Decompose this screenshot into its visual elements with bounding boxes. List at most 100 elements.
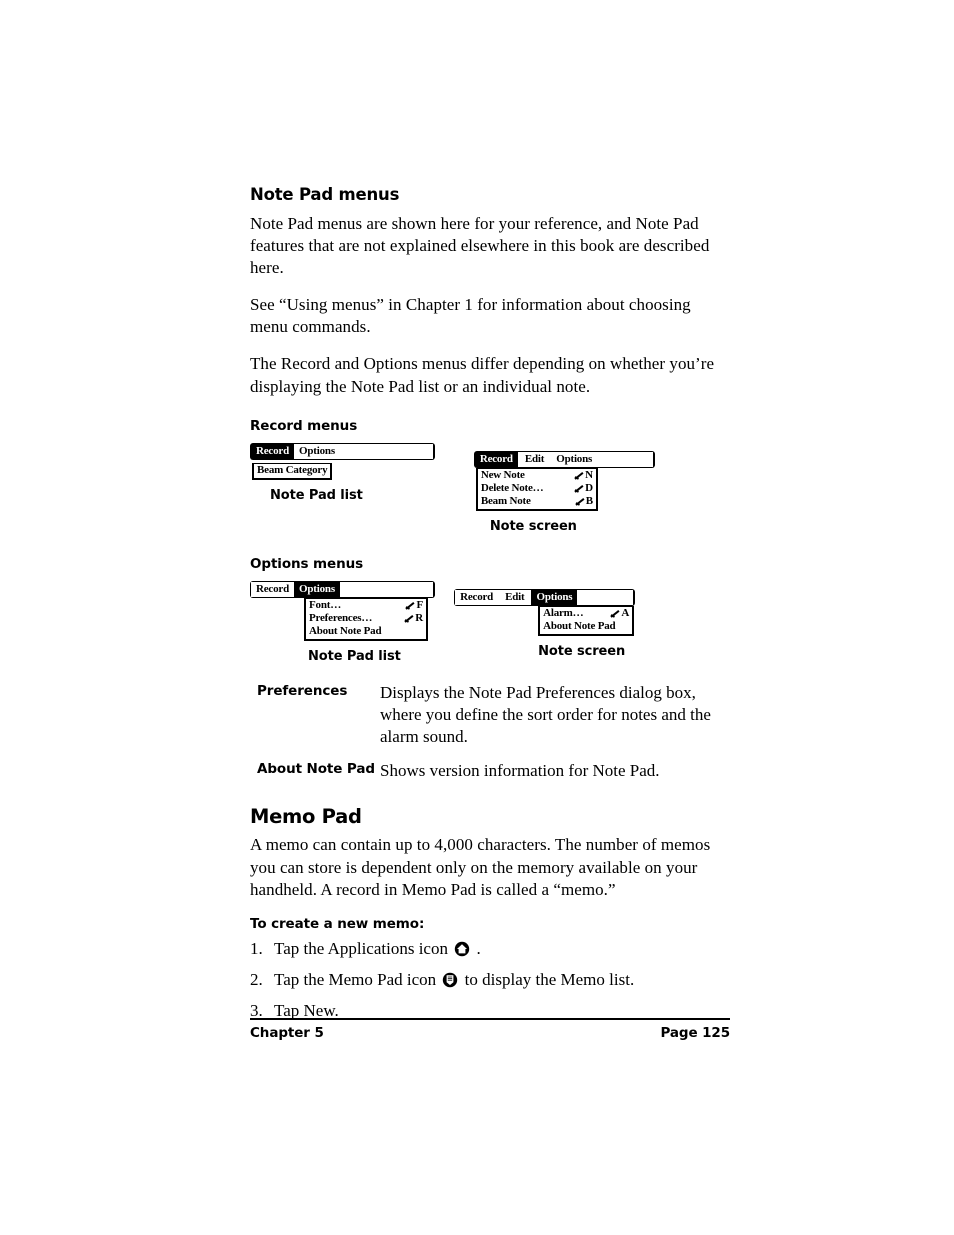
definition-description-about-note-pad: Shows version information for Note Pad. bbox=[380, 760, 660, 780]
step-text-before: Tap the Memo Pad icon bbox=[274, 969, 437, 989]
heading-memo-pad: Memo Pad bbox=[250, 805, 362, 828]
menubar-item-record[interactable]: Record bbox=[251, 581, 295, 597]
menu-item-beam-note[interactable]: Beam Note B bbox=[481, 495, 593, 508]
menubar-item-options[interactable]: Options bbox=[551, 451, 598, 467]
menubar-filler bbox=[597, 451, 653, 467]
menubar-record-list[interactable]: Record Options bbox=[250, 442, 435, 460]
step-text-after: . bbox=[476, 938, 481, 958]
dropdown-record-note[interactable]: New Note N Delete Note… D Beam Note B bbox=[475, 467, 598, 511]
caption-note-pad-list: Note Pad list bbox=[270, 487, 363, 503]
definition-row: Preferences Displays the Note Pad Prefer… bbox=[250, 682, 730, 748]
dropdown-options-list[interactable]: Font… F Preferences… R About Note Pad bbox=[304, 597, 428, 641]
applications-icon bbox=[454, 941, 470, 963]
paragraph-note-pad-menus-2: See “Using menus” in Chapter 1 for infor… bbox=[250, 295, 691, 337]
menubar-record-note[interactable]: Record Edit Options bbox=[473, 450, 655, 468]
shortcut-key: F bbox=[416, 598, 423, 611]
figure-record-menu-note-pad-list: Record Options Beam Category Note Pad li… bbox=[250, 441, 474, 503]
command-stroke-icon bbox=[405, 614, 414, 623]
shortcut-key: R bbox=[415, 611, 423, 624]
step-number: 1. bbox=[250, 938, 263, 958]
steps-create-new-memo: 1. Tap the Applications icon . 2. Tap th… bbox=[250, 938, 730, 1022]
command-stroke-icon bbox=[575, 471, 584, 480]
menu-item-delete-note[interactable]: Delete Note… D bbox=[481, 482, 593, 495]
menu-item-shortcut: D bbox=[575, 482, 593, 495]
record-menus-figure-row: Record Options Beam Category Note Pad li… bbox=[250, 441, 730, 534]
menubar-options-note[interactable]: Record Edit Options bbox=[454, 588, 636, 606]
step-text: Tap the Memo Pad icon to display the Mem… bbox=[274, 969, 730, 994]
menubar-item-edit[interactable]: Edit bbox=[517, 451, 552, 467]
definition-term-about-note-pad: About Note Pad bbox=[257, 760, 375, 777]
menu-item-shortcut: B bbox=[576, 495, 593, 508]
step-number: 2. bbox=[250, 969, 263, 989]
menu-item-new-note[interactable]: New Note N bbox=[481, 469, 593, 482]
paragraph-note-pad-menus-3: The Record and Options menus differ depe… bbox=[250, 354, 715, 396]
caption-note-screen: Note screen bbox=[489, 518, 577, 534]
menubar-options-list[interactable]: Record Options bbox=[250, 580, 435, 598]
step-text: Tap the Applications icon . bbox=[274, 938, 730, 963]
menu-item-shortcut: R bbox=[405, 612, 423, 625]
menu-item-label: Delete Note… bbox=[480, 481, 544, 494]
menu-item-label: Alarm… bbox=[543, 606, 584, 619]
menubar-item-record[interactable]: Record bbox=[455, 589, 499, 605]
paragraph-note-pad-menus-1: Note Pad menus are shown here for your r… bbox=[250, 213, 710, 278]
menu-item-font[interactable]: Font… F bbox=[309, 599, 423, 612]
dropdown-options-note[interactable]: Alarm… A About Note Pad bbox=[538, 605, 635, 636]
caption-note-pad-list: Note Pad list bbox=[308, 648, 401, 664]
menubar-item-options[interactable]: Options bbox=[531, 589, 578, 605]
menu-item-label: About Note Pad bbox=[309, 624, 382, 637]
footer-row: Chapter 5 Page 125 bbox=[250, 1025, 730, 1041]
options-menus-figure-row: Record Options Font… F Preferences… R Ab… bbox=[250, 579, 730, 664]
command-stroke-icon bbox=[611, 609, 620, 618]
menu-item-preferences[interactable]: Preferences… R bbox=[309, 612, 423, 625]
command-stroke-icon bbox=[575, 484, 584, 493]
figure-options-menu-note-pad-list: Record Options Font… F Preferences… R Ab… bbox=[250, 579, 454, 664]
menu-item-label: Beam Note bbox=[480, 494, 531, 507]
command-stroke-icon bbox=[576, 497, 585, 506]
menubar-filler bbox=[339, 443, 433, 459]
footer-chapter-label: Chapter 5 bbox=[250, 1025, 324, 1041]
menubar-filler bbox=[339, 581, 433, 597]
shortcut-key: D bbox=[585, 481, 593, 494]
command-stroke-icon bbox=[406, 601, 415, 610]
options-definitions-list: Preferences Displays the Note Pad Prefer… bbox=[250, 682, 730, 782]
menubar-item-record[interactable]: Record bbox=[474, 451, 518, 467]
figure-record-menu-note-screen: Record Edit Options New Note N Delete No… bbox=[473, 449, 730, 534]
menu-item-alarm[interactable]: Alarm… A bbox=[543, 607, 629, 620]
heading-options-menus: Options menus bbox=[250, 555, 364, 572]
footer-page-number: Page 125 bbox=[660, 1025, 730, 1041]
paragraph-memo-pad-intro: A memo can contain up to 4,000 character… bbox=[250, 835, 711, 899]
menu-item-shortcut: A bbox=[611, 607, 629, 620]
menu-item-label: Preferences… bbox=[309, 611, 373, 624]
step-text-after: to display the Memo list. bbox=[464, 969, 635, 989]
definition-description-preferences: Displays the Note Pad Preferences dialog… bbox=[380, 682, 711, 746]
menubar-item-options[interactable]: Options bbox=[294, 581, 340, 597]
menubar-item-edit[interactable]: Edit bbox=[498, 589, 532, 605]
definition-row: About Note Pad Shows version information… bbox=[250, 760, 730, 782]
page-footer: Chapter 5 Page 125 bbox=[250, 1018, 730, 1041]
step-item: 2. Tap the Memo Pad icon to display the … bbox=[250, 969, 730, 994]
shortcut-key: N bbox=[585, 468, 593, 481]
shortcut-key: A bbox=[621, 606, 630, 619]
step-item: 1. Tap the Applications icon . bbox=[250, 938, 730, 963]
step-text-before: Tap the Applications icon bbox=[274, 938, 448, 958]
menu-item-about-note-pad[interactable]: About Note Pad bbox=[543, 620, 629, 633]
menu-item-about-note-pad[interactable]: About Note Pad bbox=[309, 625, 423, 638]
menu-item-label: About Note Pad bbox=[543, 619, 616, 632]
menu-item-label: New Note bbox=[480, 468, 525, 481]
menubar-item-record[interactable]: Record bbox=[251, 443, 295, 459]
heading-note-pad-menus: Note Pad menus bbox=[250, 185, 400, 204]
dropdown-record-list[interactable]: Beam Category bbox=[252, 462, 333, 480]
subheading-create-new-memo: To create a new memo: bbox=[250, 915, 425, 932]
menu-item-label: Font… bbox=[309, 598, 342, 611]
figure-options-menu-note-screen: Record Edit Options Alarm… A About Note … bbox=[454, 587, 730, 659]
menu-item-shortcut: N bbox=[575, 469, 593, 482]
shortcut-key: B bbox=[585, 494, 593, 507]
menubar-item-options[interactable]: Options bbox=[294, 443, 340, 459]
menu-item-label: Beam Category bbox=[257, 463, 328, 476]
page-content: Note Pad menus Note Pad menus are shown … bbox=[250, 185, 730, 1028]
footer-divider bbox=[250, 1018, 730, 1020]
caption-note-screen: Note screen bbox=[538, 643, 626, 659]
menu-item-beam-category[interactable]: Beam Category bbox=[257, 463, 328, 477]
definition-term-preferences: Preferences bbox=[257, 682, 348, 699]
heading-record-menus: Record menus bbox=[250, 417, 358, 434]
